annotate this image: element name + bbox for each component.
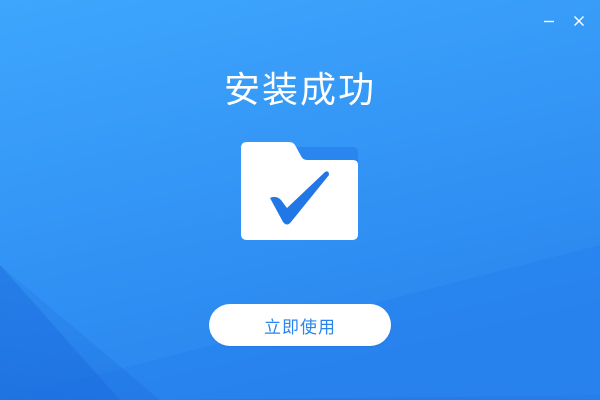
installer-window: 安装成功 立即使用 [0,0,600,400]
close-icon [574,16,584,26]
success-title: 安装成功 [223,70,376,111]
folder-check-icon [241,142,358,240]
close-button[interactable] [568,10,590,32]
folder-check-illustration [241,142,359,240]
use-now-button[interactable]: 立即使用 [209,304,391,346]
minimize-icon [544,20,554,23]
minimize-button[interactable] [538,10,560,32]
window-controls [538,10,590,32]
